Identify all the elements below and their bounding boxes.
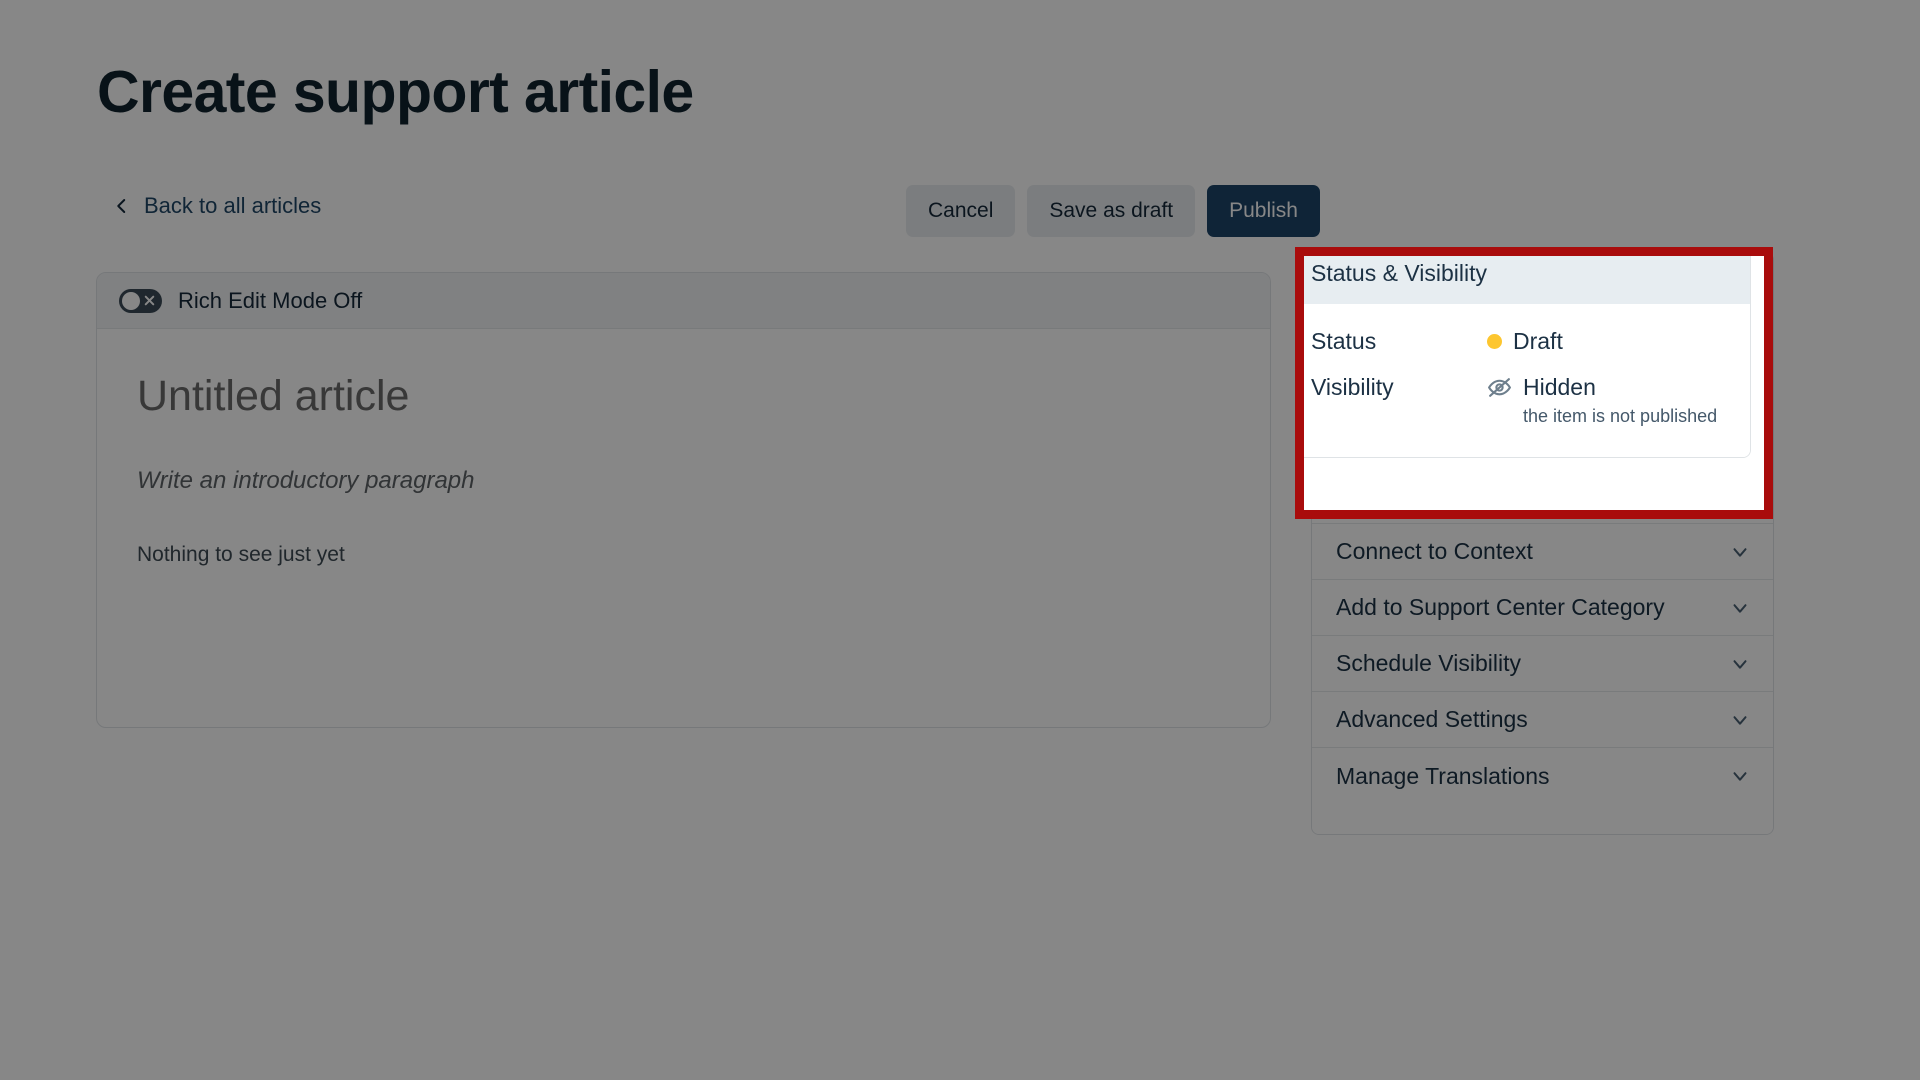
status-value-hl[interactable]: Draft xyxy=(1487,326,1728,356)
article-title-input[interactable]: Untitled article xyxy=(137,371,1230,423)
action-button-group: Cancel Save as draft Publish xyxy=(906,185,1320,237)
rich-edit-mode-label: Rich Edit Mode Off xyxy=(178,287,363,313)
rich-edit-mode-toggle[interactable] xyxy=(119,288,162,313)
status-visibility-header-hl: Status & Visibility xyxy=(1304,256,1750,304)
sidebar-section-advanced-settings[interactable]: Advanced Settings xyxy=(1312,692,1773,748)
section-label: Connect to Context xyxy=(1336,538,1533,564)
chevron-down-icon xyxy=(1729,765,1751,787)
page-title: Create support article xyxy=(97,59,694,125)
sidebar-section-add-to-support-center-category[interactable]: Add to Support Center Category xyxy=(1312,580,1773,636)
visibility-value-label-hl: Hidden xyxy=(1523,374,1596,400)
app-root: Create support article Back to all artic… xyxy=(0,0,1920,1080)
back-to-all-articles-link[interactable]: Back to all articles xyxy=(113,193,321,219)
save-as-draft-button[interactable]: Save as draft xyxy=(1027,185,1196,237)
section-label: Manage Translations xyxy=(1336,762,1550,789)
status-row-hl: Status Draft xyxy=(1311,326,1728,356)
back-link-label: Back to all articles xyxy=(144,193,322,218)
cancel-button[interactable]: Cancel xyxy=(906,185,1016,237)
visibility-note-hl: the item is not published xyxy=(1523,406,1718,426)
article-intro-input[interactable]: Write an introductory paragraph xyxy=(137,467,1230,495)
chevron-down-icon xyxy=(1729,653,1751,675)
status-visibility-panel-highlighted: Status & Visibility Status Draft Visibil… xyxy=(1304,256,1751,458)
article-body-input[interactable]: Nothing to see just yet xyxy=(137,543,1230,567)
chevron-down-icon xyxy=(1729,597,1751,619)
article-editor-card: Rich Edit Mode Off Untitled article Writ… xyxy=(96,272,1271,728)
sidebar-section-schedule-visibility[interactable]: Schedule Visibility xyxy=(1312,636,1773,692)
sidebar-panel-footer xyxy=(1312,804,1773,834)
chevron-down-icon xyxy=(1729,541,1751,563)
chevron-down-icon xyxy=(1729,709,1751,731)
visibility-row-hl: Visibility Hidden the item is not publis… xyxy=(1311,372,1728,427)
editor-toolbar: Rich Edit Mode Off xyxy=(97,273,1270,329)
section-label: Advanced Settings xyxy=(1336,706,1528,732)
highlight-annotation-box: Status & Visibility Status Draft Visibil… xyxy=(1295,247,1773,519)
chevron-left-icon xyxy=(113,193,131,219)
publish-button[interactable]: Publish xyxy=(1207,185,1320,237)
section-label: Add to Support Center Category xyxy=(1336,594,1665,620)
toggle-off-icon xyxy=(143,294,156,307)
eye-off-icon xyxy=(1487,375,1512,400)
section-label: Schedule Visibility xyxy=(1336,650,1521,676)
status-visibility-body-hl: Status Draft Visibility Hidden the item … xyxy=(1304,304,1750,457)
status-value-label-hl: Draft xyxy=(1513,328,1563,354)
status-label-hl: Status xyxy=(1311,328,1377,354)
visibility-label-hl: Visibility xyxy=(1311,374,1394,400)
sidebar-section-manage-translations[interactable]: Manage Translations xyxy=(1312,748,1773,804)
editor-body[interactable]: Untitled article Write an introductory p… xyxy=(97,329,1270,567)
toggle-knob xyxy=(122,291,140,310)
status-dot-icon xyxy=(1487,333,1502,349)
visibility-value-hl[interactable]: Hidden xyxy=(1487,372,1728,402)
sidebar-section-connect-to-context[interactable]: Connect to Context xyxy=(1312,524,1773,580)
